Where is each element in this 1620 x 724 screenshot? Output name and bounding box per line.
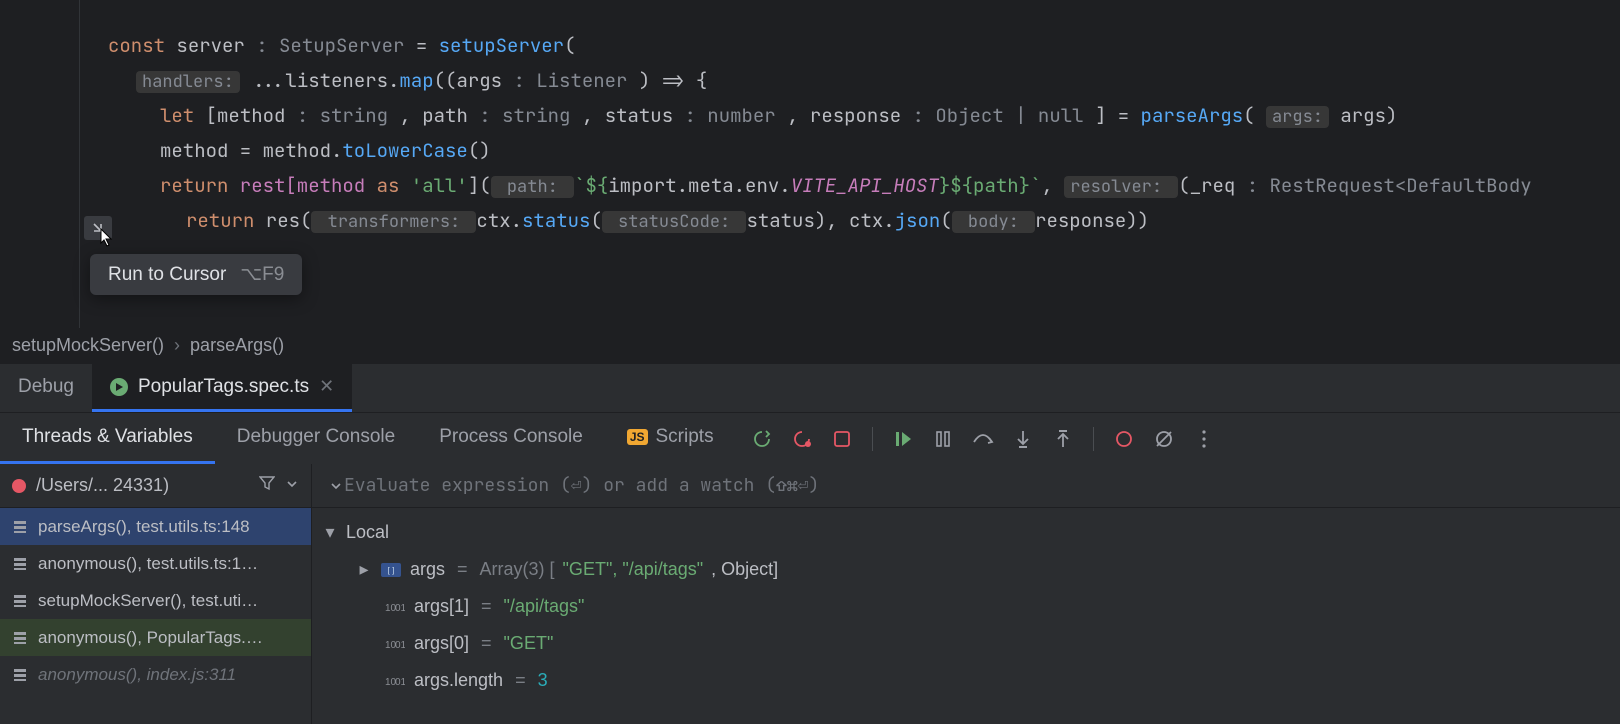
restart-error-icon bbox=[792, 429, 812, 449]
separator bbox=[872, 427, 873, 451]
stackframe-icon bbox=[12, 519, 28, 535]
run-to-cursor-tooltip: Run to Cursor ⌥F9 bbox=[90, 254, 302, 295]
view-breakpoints-button[interactable] bbox=[1106, 421, 1142, 457]
run-config-icon bbox=[110, 378, 128, 396]
mute-breakpoints-icon bbox=[1154, 429, 1174, 449]
tab-process-console[interactable]: Process Console bbox=[417, 413, 605, 464]
frame-row[interactable]: parseArgs(), test.utils.ts:148 bbox=[0, 508, 311, 545]
var-args[interactable]: ▸ [ ] args = Array(3) ["GET", "/api/tags… bbox=[312, 551, 1620, 588]
stackframe-icon bbox=[12, 630, 28, 646]
evaluate-expression-row bbox=[312, 464, 1620, 508]
inlay-hint: body: bbox=[952, 211, 1035, 233]
toolwindow-tab-label: PopularTags.spec.ts bbox=[138, 376, 309, 398]
resume-icon bbox=[893, 429, 913, 449]
stop-icon bbox=[833, 430, 851, 448]
frames-panel: /Users/... 24331) parseArgs(), test.util… bbox=[0, 464, 312, 724]
stackframe-icon bbox=[12, 593, 28, 609]
restart-icon bbox=[752, 429, 772, 449]
frames-header[interactable]: /Users/... 24331) bbox=[0, 464, 311, 508]
chevron-down-icon[interactable]: ▾ bbox=[322, 522, 338, 543]
inlay-hint: statusCode: bbox=[602, 211, 747, 233]
toolwindow-tab-bar: Debug PopularTags.spec.ts ✕ bbox=[0, 364, 1620, 412]
chevron-down-icon[interactable] bbox=[285, 475, 299, 496]
tab-threads-variables[interactable]: Threads & Variables bbox=[0, 413, 215, 464]
var-args-length[interactable]: 1001 args.length = 3 bbox=[312, 662, 1620, 699]
js-badge-icon: JS bbox=[627, 429, 648, 445]
step-over-icon bbox=[972, 430, 994, 448]
suspended-thread-icon bbox=[12, 479, 26, 493]
step-into-icon bbox=[1014, 429, 1032, 449]
toolwindow-tab-debug[interactable]: Debug bbox=[0, 364, 92, 412]
inlay-hint: handlers: bbox=[136, 71, 240, 93]
inlay-hint: args: bbox=[1266, 106, 1329, 128]
more-actions-button[interactable] bbox=[1186, 421, 1222, 457]
editor-area[interactable]: const server : SetupServer = setupServer… bbox=[0, 0, 1620, 328]
pause-button[interactable] bbox=[925, 421, 961, 457]
tooltip-shortcut: ⌥F9 bbox=[240, 263, 284, 286]
separator bbox=[1093, 427, 1094, 451]
var-args-0[interactable]: 1001 args[0] = "GET" bbox=[312, 625, 1620, 662]
svg-text:01: 01 bbox=[395, 640, 405, 651]
frame-row[interactable]: anonymous(), test.utils.ts:1… bbox=[0, 545, 311, 582]
chevron-right-icon[interactable]: ▸ bbox=[356, 559, 372, 580]
binary-icon: 1001 bbox=[384, 673, 406, 689]
debug-body: /Users/... 24331) parseArgs(), test.util… bbox=[0, 464, 1620, 724]
step-over-button[interactable] bbox=[965, 421, 1001, 457]
var-args-1[interactable]: 1001 args[1] = "/api/tags" bbox=[312, 588, 1620, 625]
inlay-hint: resolver: bbox=[1064, 176, 1178, 198]
rerun-button[interactable] bbox=[744, 421, 780, 457]
debug-toolbar: Threads & Variables Debugger Console Pro… bbox=[0, 412, 1620, 464]
toolwindow-tab-file[interactable]: PopularTags.spec.ts ✕ bbox=[92, 364, 352, 412]
tab-scripts[interactable]: JSScripts bbox=[605, 413, 736, 464]
stackframe-icon bbox=[12, 556, 28, 572]
stop-button[interactable] bbox=[824, 421, 860, 457]
pause-icon bbox=[934, 430, 952, 448]
mute-breakpoints-button[interactable] bbox=[1146, 421, 1182, 457]
kebab-icon bbox=[1202, 430, 1206, 448]
scope-local[interactable]: ▾ Local bbox=[312, 514, 1620, 551]
breakpoints-icon bbox=[1115, 430, 1133, 448]
svg-text:[ ]: [ ] bbox=[388, 566, 395, 575]
breadcrumb-separator: › bbox=[174, 335, 180, 356]
breadcrumb-item[interactable]: parseArgs() bbox=[190, 335, 284, 356]
resume-button[interactable] bbox=[885, 421, 921, 457]
frame-row[interactable]: anonymous(), PopularTags.… bbox=[0, 619, 311, 656]
binary-icon: 1001 bbox=[384, 636, 406, 652]
keyword: const bbox=[108, 33, 165, 58]
step-out-icon bbox=[1054, 429, 1072, 449]
array-icon: [ ] bbox=[380, 562, 402, 578]
inlay-hint: path: bbox=[491, 176, 574, 198]
frame-row[interactable]: anonymous(), index.js:311 bbox=[0, 656, 311, 693]
arrow-down-right-icon bbox=[91, 221, 105, 235]
step-into-button[interactable] bbox=[1005, 421, 1041, 457]
thread-label: /Users/... 24331) bbox=[36, 475, 249, 496]
stackframe-icon bbox=[12, 667, 28, 683]
svg-text:01: 01 bbox=[395, 677, 405, 688]
svg-text:01: 01 bbox=[395, 603, 405, 614]
binary-icon: 1001 bbox=[384, 599, 406, 615]
chevron-down-icon[interactable] bbox=[328, 480, 344, 492]
evaluate-expression-input[interactable] bbox=[344, 474, 1604, 497]
tab-debugger-console[interactable]: Debugger Console bbox=[215, 413, 417, 464]
rerun-failed-button[interactable] bbox=[784, 421, 820, 457]
frame-row[interactable]: setupMockServer(), test.uti… bbox=[0, 582, 311, 619]
breadcrumb-item[interactable]: setupMockServer() bbox=[12, 335, 164, 356]
tooltip-text: Run to Cursor bbox=[108, 264, 226, 286]
variables-panel: ▾ Local ▸ [ ] args = Array(3) ["GET", "/… bbox=[312, 464, 1620, 724]
code-block[interactable]: const server : SetupServer = setupServer… bbox=[108, 28, 1620, 238]
step-out-button[interactable] bbox=[1045, 421, 1081, 457]
editor-gutter[interactable] bbox=[0, 0, 80, 328]
filter-icon[interactable] bbox=[259, 475, 275, 496]
breadcrumb[interactable]: setupMockServer() › parseArgs() bbox=[0, 328, 1620, 364]
run-to-cursor-gutter-icon[interactable] bbox=[84, 216, 112, 240]
close-icon[interactable]: ✕ bbox=[319, 376, 334, 397]
inlay-hint: transformers: bbox=[311, 211, 476, 233]
